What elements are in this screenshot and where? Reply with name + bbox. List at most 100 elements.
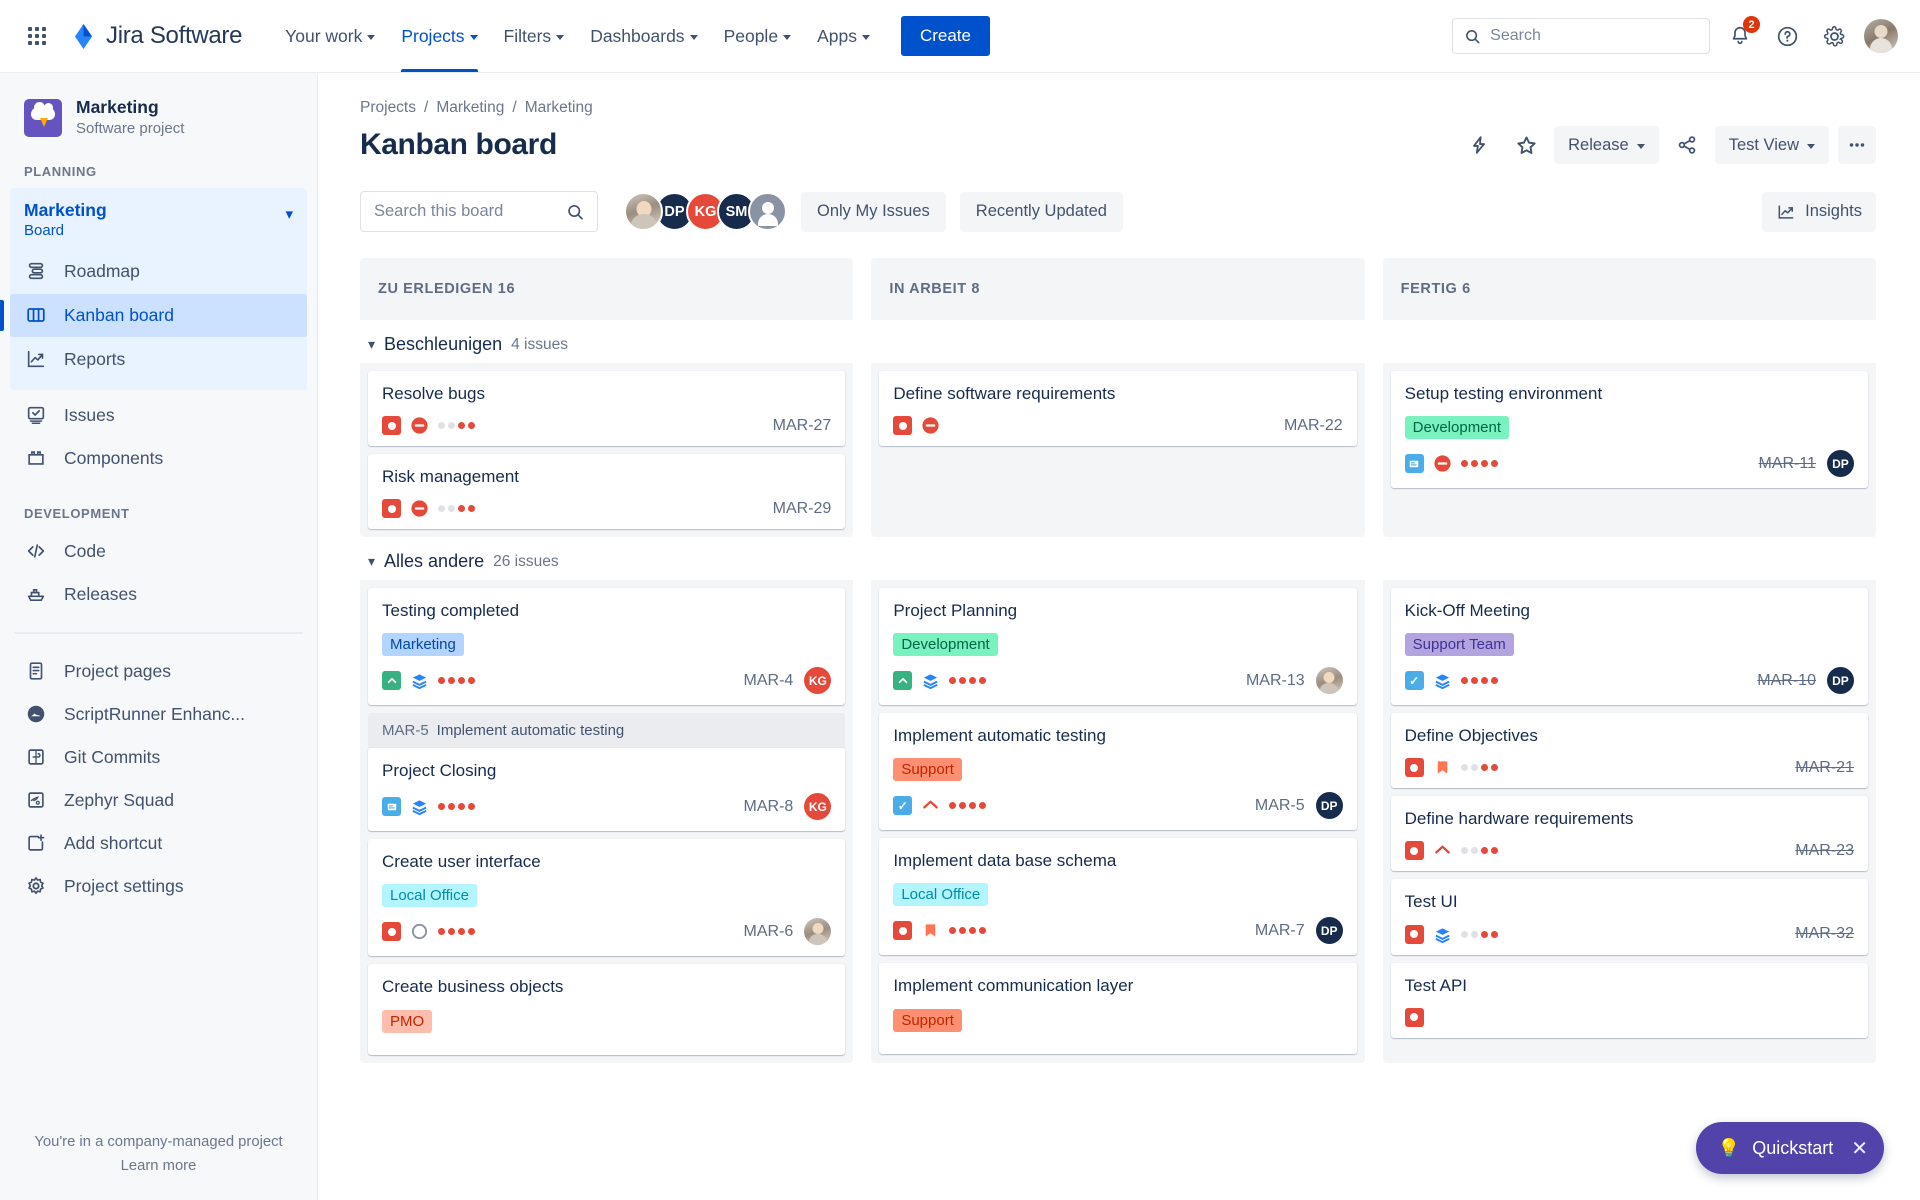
issue-key[interactable]: MAR-22 xyxy=(1284,417,1343,435)
sidebar-item-code[interactable]: Code xyxy=(10,530,307,573)
board-card[interactable]: Kick-Off Meeting Support Team MAR-10 DP xyxy=(1390,588,1868,706)
avatar[interactable]: DP xyxy=(1826,667,1854,695)
avatar[interactable]: KG xyxy=(804,667,832,695)
user-avatar[interactable] xyxy=(1864,19,1898,53)
settings-button[interactable] xyxy=(1817,19,1851,53)
swimlane-column[interactable]: Define software requirements MAR-22 xyxy=(871,363,1365,538)
avatar[interactable]: DP xyxy=(1315,792,1343,820)
board-card[interactable]: Define Objectives MAR-21 xyxy=(1390,713,1868,789)
issue-key[interactable]: MAR-32 xyxy=(1795,925,1854,943)
board-card[interactable]: Resolve bugs MAR-27 xyxy=(368,371,846,447)
card-label[interactable]: Local Office xyxy=(382,884,477,908)
swimlane-column[interactable]: Project Planning Development MAR-13 Impleme… xyxy=(871,580,1365,1063)
learn-more-link[interactable]: Learn more xyxy=(0,1158,317,1174)
app-switcher-icon[interactable] xyxy=(20,19,54,53)
issue-key[interactable]: MAR-23 xyxy=(1795,842,1854,860)
issue-key[interactable]: MAR-8 xyxy=(744,798,794,816)
issue-key[interactable]: MAR-5 xyxy=(1255,797,1305,815)
swimlane-column[interactable]: Resolve bugs MAR-27 Risk management MAR-29 xyxy=(360,363,854,538)
avatar[interactable] xyxy=(804,918,832,946)
issue-key[interactable]: MAR-21 xyxy=(1795,759,1854,777)
only-my-issues-button[interactable]: Only My Issues xyxy=(801,191,946,232)
issue-key[interactable]: MAR-10 xyxy=(1757,672,1816,690)
nav-apps[interactable]: Apps xyxy=(804,0,883,72)
sidebar-item-git-commits[interactable]: Git Commits xyxy=(10,736,307,779)
board-card[interactable]: Testing completed Marketing MAR-4 KG xyxy=(368,588,846,706)
swimlane-column[interactable]: Setup testing environment Development MAR-… xyxy=(1382,363,1876,538)
recently-updated-button[interactable]: Recently Updated xyxy=(959,191,1123,232)
sidebar-item-project-pages[interactable]: Project pages xyxy=(10,650,307,693)
sidebar-item-add-shortcut[interactable]: Add shortcut xyxy=(10,822,307,865)
share-icon[interactable] xyxy=(1668,126,1706,164)
board-card[interactable]: Project Closing MAR-8 KG xyxy=(368,748,846,832)
card-label[interactable]: Support xyxy=(893,1008,962,1032)
card-label[interactable]: Development xyxy=(893,633,998,657)
global-search-box[interactable] xyxy=(1452,18,1710,54)
board-card[interactable]: Define software requirements MAR-22 xyxy=(879,371,1357,447)
avatar[interactable] xyxy=(624,192,663,231)
card-label[interactable]: Support Team xyxy=(1404,633,1514,657)
insights-button[interactable]: Insights xyxy=(1762,191,1876,232)
sidebar-item-issues[interactable]: Issues xyxy=(10,394,307,437)
issue-key[interactable]: MAR-7 xyxy=(1255,922,1305,940)
avatar[interactable] xyxy=(1315,667,1343,695)
swimlane-header[interactable]: ▾ Alles andere 26 issues xyxy=(360,537,1920,580)
avatar[interactable]: DP xyxy=(1315,917,1343,945)
sidebar-item-project-settings[interactable]: Project settings xyxy=(10,865,307,908)
avatar-unassigned[interactable] xyxy=(748,192,787,231)
board-search-input[interactable] xyxy=(374,202,568,221)
board-card[interactable]: Test API xyxy=(1390,962,1868,1038)
card-label[interactable]: PMO xyxy=(382,1009,433,1033)
project-header[interactable]: Marketing Software project xyxy=(0,97,317,138)
nav-people[interactable]: People xyxy=(711,0,805,72)
board-card[interactable]: Project Planning Development MAR-13 xyxy=(879,588,1357,706)
more-horizontal-icon[interactable] xyxy=(1838,126,1876,164)
nav-filters[interactable]: Filters xyxy=(491,0,578,72)
nav-projects[interactable]: Projects xyxy=(388,0,490,72)
jira-software-brand[interactable]: Jira Software xyxy=(70,22,242,50)
board-card[interactable]: Setup testing environment Development MAR-… xyxy=(1390,371,1868,489)
board-search-box[interactable] xyxy=(360,191,598,232)
swimlane-column[interactable]: Testing completed Marketing MAR-4 KG MAR-5 Im… xyxy=(360,580,854,1063)
global-search-input[interactable] xyxy=(1490,27,1697,45)
card-label[interactable]: Development xyxy=(1404,416,1510,440)
sidebar-item-zephyr-squad[interactable]: Zephyr Squad xyxy=(10,779,307,822)
sidebar-item-releases[interactable]: Releases xyxy=(10,573,307,616)
breadcrumb-projects[interactable]: Projects xyxy=(360,99,416,117)
issue-key[interactable]: MAR-11 xyxy=(1758,455,1816,473)
sidebar-item-reports[interactable]: Reports xyxy=(10,338,307,381)
star-icon[interactable] xyxy=(1507,126,1545,164)
card-label[interactable]: Marketing xyxy=(382,633,464,657)
board-card[interactable]: Define hardware requirements MAR-23 xyxy=(1390,796,1868,872)
avatar[interactable]: DP xyxy=(1826,450,1854,478)
release-button[interactable]: Release xyxy=(1554,126,1659,164)
swimlane-column[interactable]: Kick-Off Meeting Support Team MAR-10 DP Defi… xyxy=(1382,580,1876,1063)
board-card[interactable]: Create user interface Local Office MAR-6 xyxy=(368,839,846,957)
board-view-selector[interactable]: Test View xyxy=(1714,126,1829,164)
board-card[interactable]: Implement automatic testing Support MAR-5 D… xyxy=(879,713,1357,831)
nav-dashboards[interactable]: Dashboards xyxy=(577,0,710,72)
lightning-automation-icon[interactable] xyxy=(1460,126,1498,164)
board-group-header[interactable]: Marketing Board ▾ xyxy=(10,194,307,249)
nav-your-work[interactable]: Your work xyxy=(272,0,388,72)
sidebar-item-components[interactable]: Components xyxy=(10,437,307,480)
board-card[interactable]: Test UI MAR-32 xyxy=(1390,879,1868,955)
issue-key[interactable]: MAR-27 xyxy=(773,417,832,435)
breadcrumb-marketing-board[interactable]: Marketing xyxy=(525,99,593,117)
issue-key[interactable]: MAR-13 xyxy=(1246,672,1305,690)
sidebar-item-kanban-board[interactable]: Kanban board xyxy=(0,293,307,337)
chevron-down-icon[interactable]: ▾ xyxy=(368,336,375,353)
sidebar-item-roadmap[interactable]: Roadmap xyxy=(10,250,307,293)
issue-key[interactable]: MAR-4 xyxy=(744,672,794,690)
board-card[interactable]: Create business objects PMO xyxy=(368,964,846,1055)
close-icon[interactable]: ✕ xyxy=(1851,1136,1868,1161)
board-card[interactable]: Implement communication layer Support xyxy=(879,963,1357,1054)
board-card[interactable]: Risk management MAR-29 xyxy=(368,454,846,530)
help-button[interactable] xyxy=(1770,19,1804,53)
card-label[interactable]: Local Office xyxy=(893,883,989,907)
card-label[interactable]: Support xyxy=(893,758,962,782)
notifications-button[interactable]: 2 xyxy=(1723,16,1760,53)
issue-key[interactable]: MAR-29 xyxy=(773,500,832,518)
swimlane-header[interactable]: ▾ Beschleunigen 4 issues xyxy=(360,320,1920,363)
quickstart-button[interactable]: 💡 Quickstart ✕ xyxy=(1695,1122,1884,1174)
